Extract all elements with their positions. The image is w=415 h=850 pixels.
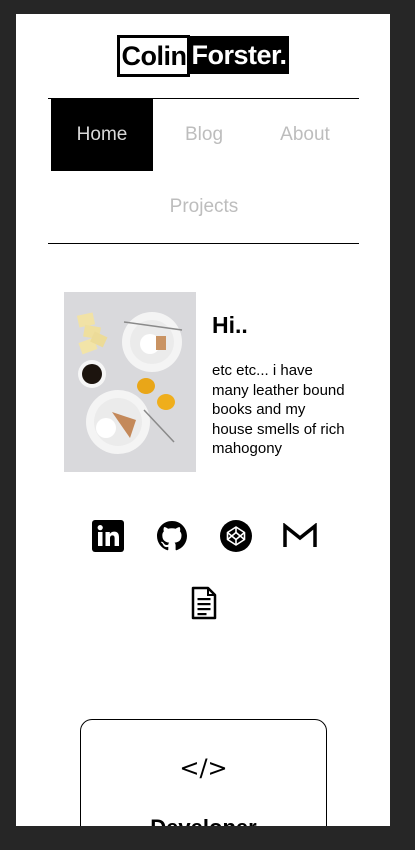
gmail-link[interactable]	[283, 519, 317, 553]
nav-item-about[interactable]: About	[254, 99, 356, 171]
hero-title: Hi..	[212, 312, 248, 338]
linkedin-link[interactable]	[91, 519, 125, 553]
nav-item-label: About	[280, 124, 330, 145]
hero-photo	[64, 292, 196, 472]
resume-link[interactable]	[187, 586, 221, 620]
nav-item-blog[interactable]: Blog	[153, 99, 255, 171]
nav-item-label: Blog	[184, 124, 224, 145]
logo-first-name: Colin	[117, 35, 191, 77]
site-logo[interactable]: Colin Forster.	[16, 35, 390, 77]
page: Colin Forster. Home Blog About Projects	[16, 14, 390, 826]
nav-item-label: Home	[76, 124, 128, 145]
resume-icon	[191, 586, 217, 620]
gmail-icon	[283, 523, 317, 547]
nav-item-projects[interactable]: Projects	[153, 171, 255, 243]
codepen-icon	[220, 520, 252, 552]
nav-bottom-divider	[48, 243, 359, 244]
code-icon: </>	[179, 754, 228, 782]
logo-last-name: Forster.	[190, 36, 289, 74]
nav-item-home[interactable]: Home	[51, 99, 153, 171]
github-link[interactable]	[155, 519, 189, 553]
nav-item-label: Projects	[169, 196, 239, 217]
github-icon	[157, 521, 187, 551]
skill-card: </> Developer	[80, 719, 327, 826]
codepen-link[interactable]	[219, 519, 253, 553]
card-title: Developer	[81, 815, 326, 826]
hero-text: etc etc... i have many leather bound boo…	[212, 362, 345, 457]
linkedin-icon	[92, 520, 124, 552]
